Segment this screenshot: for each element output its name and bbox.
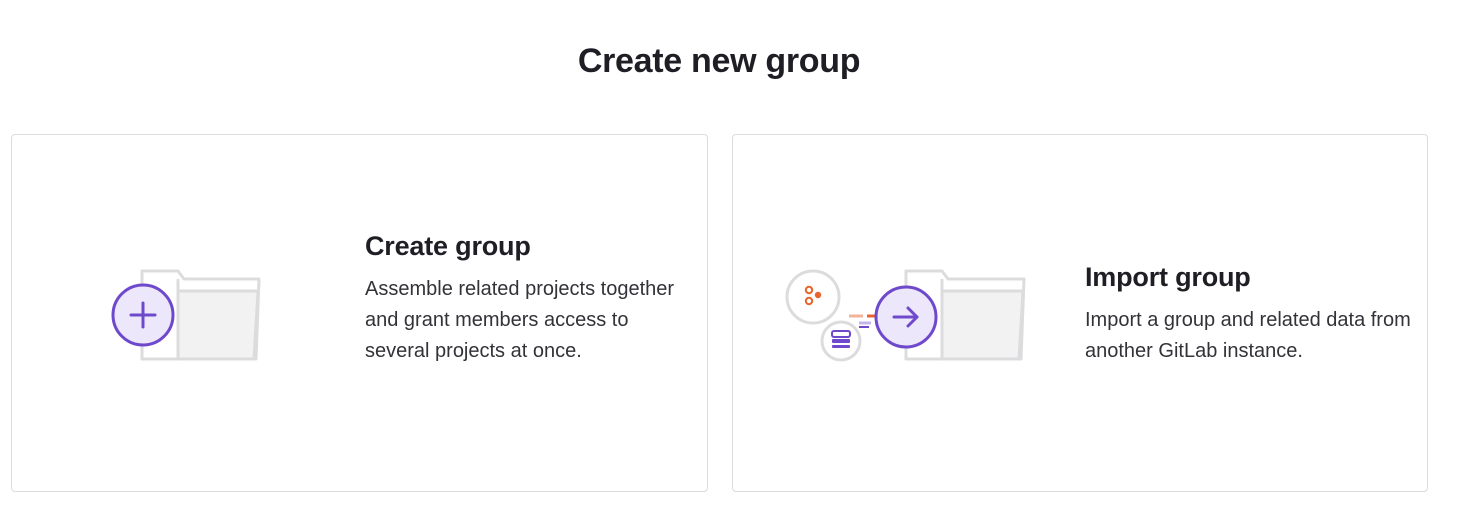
import-group-card[interactable]: Import group Import a group and related …: [732, 134, 1428, 492]
page-title: Create new group: [577, 42, 861, 80]
folder-import-icon: [783, 267, 1043, 367]
card-title: Create group: [365, 231, 531, 261]
create-group-card[interactable]: Create group Assemble related projects t…: [11, 134, 708, 492]
card-description: Import a group and related data from ano…: [1085, 309, 1411, 362]
card-description: Assemble related projects together and g…: [365, 278, 675, 362]
import-group-text: Import group Import a group and related …: [1085, 262, 1415, 367]
create-group-text: Create group Assemble related projects t…: [365, 231, 675, 367]
folder-plus-icon: [108, 267, 278, 367]
card-title: Import group: [1085, 262, 1251, 292]
